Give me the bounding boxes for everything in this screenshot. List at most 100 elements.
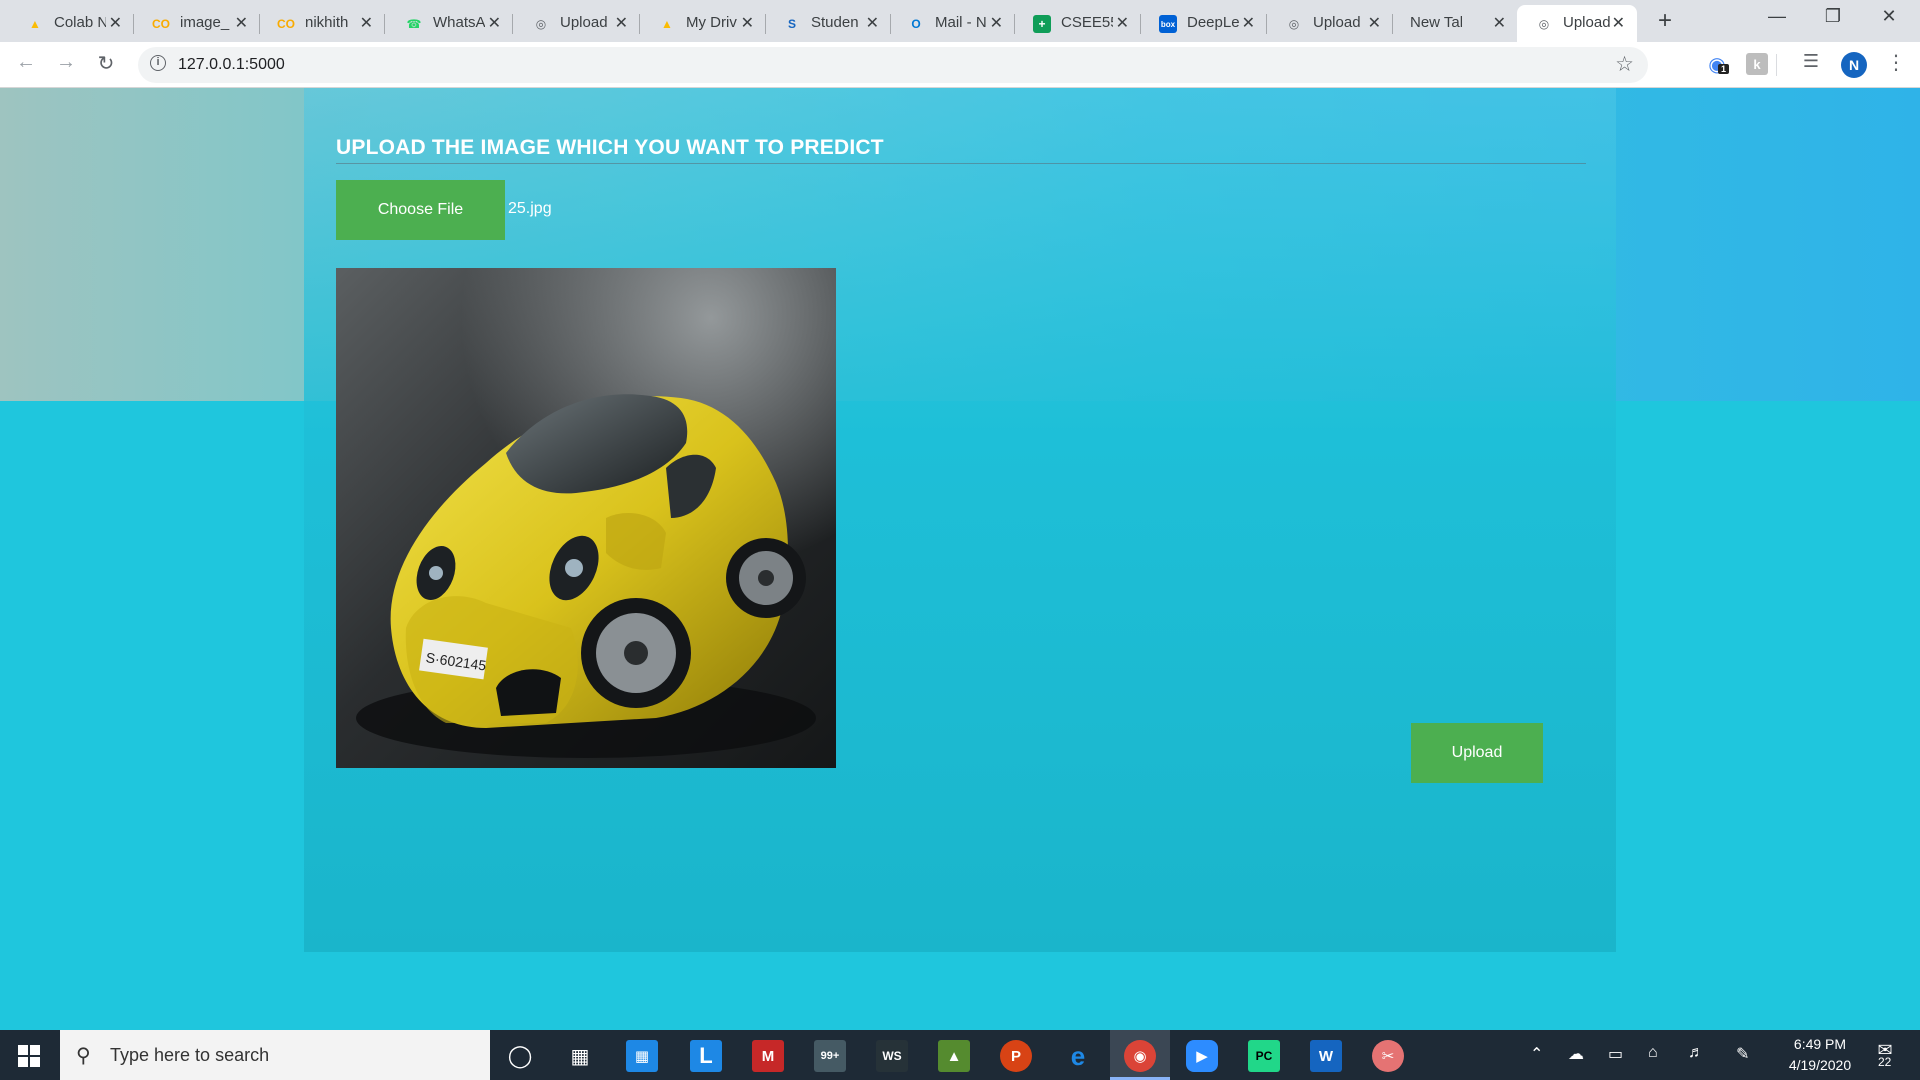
google-drive-icon: ▲ — [29, 17, 41, 31]
mail-badge: 99+ — [820, 1050, 840, 1062]
close-tab-icon[interactable]: ✕ — [1612, 13, 1625, 33]
browser-tab[interactable]: box DeepLe ✕ — [1141, 5, 1267, 42]
browser-tab[interactable]: ▲ My Driv ✕ — [640, 5, 766, 42]
close-tab-icon[interactable]: ✕ — [360, 13, 373, 33]
google-drive-icon: ▲ — [661, 17, 673, 31]
translate-extension-icon[interactable]: ◉ 1 — [1706, 53, 1730, 76]
windows-start-button[interactable] — [18, 1045, 40, 1067]
bookmark-star-icon[interactable]: ☆ — [1615, 52, 1634, 77]
word-icon[interactable]: W — [1310, 1040, 1342, 1072]
mail-icon[interactable]: 99+ — [814, 1040, 846, 1072]
page-viewport: UPLOAD THE IMAGE WHICH YOU WANT TO PREDI… — [0, 88, 1920, 1030]
browser-tab[interactable]: O Mail - N ✕ — [889, 5, 1015, 42]
browser-tab[interactable]: ☎ WhatsA ✕ — [387, 5, 513, 42]
close-tab-icon[interactable]: ✕ — [109, 13, 122, 33]
profile-avatar[interactable]: N — [1841, 52, 1867, 78]
choose-file-button[interactable]: Choose File — [336, 180, 505, 240]
taskbar-clock[interactable]: 6:49 PM 4/19/2020 — [1772, 1034, 1868, 1076]
zotero-extension-icon[interactable]: Z — [1665, 53, 1687, 75]
close-tab-icon[interactable]: ✕ — [1116, 13, 1129, 33]
browser-tab-title: image_ — [180, 14, 230, 31]
globe-icon: ◎ — [535, 17, 547, 31]
browser-tab[interactable]: ◎ Upload ✕ — [514, 5, 640, 42]
close-tab-icon[interactable]: ✕ — [1493, 13, 1506, 33]
chrome-icon[interactable]: ◉ — [1124, 1040, 1156, 1072]
forward-button[interactable]: → — [52, 51, 80, 74]
taskbar-search-placeholder: Type here to search — [110, 1045, 270, 1065]
browser-tab-title: Colab N — [54, 14, 106, 31]
toolbar-divider — [1776, 54, 1777, 76]
browser-tab-strip: ▲ Colab N ✕ CO image_ ✕ CO nikhith ✕ ☎ WhatsA ✕ ◎ Upl… — [0, 0, 1920, 42]
clock-date: 4/19/2020 — [1788, 1057, 1852, 1073]
store-icon[interactable]: ▦ — [626, 1040, 658, 1072]
student-portal-icon: S — [787, 17, 796, 31]
zoom-icon[interactable]: ▶ — [1186, 1040, 1218, 1072]
browser-tab[interactable]: CO image_ ✕ — [134, 5, 260, 42]
media-controls-icon[interactable]: ☰ — [1797, 51, 1825, 72]
powerpoint-icon[interactable]: P — [1000, 1040, 1032, 1072]
maximize-button[interactable]: ❐ — [1810, 6, 1856, 27]
photos-icon[interactable]: ▲ — [938, 1040, 970, 1072]
notification-count: 22 — [1878, 1055, 1892, 1069]
upload-button[interactable]: Upload — [1411, 723, 1543, 783]
clock-time: 6:49 PM — [1793, 1036, 1847, 1052]
browser-tab[interactable]: S Studen ✕ — [765, 5, 891, 42]
extension-label: Z — [1672, 56, 1680, 72]
browser-tab[interactable]: ◎ Upload ✕ — [1267, 5, 1393, 42]
close-tab-icon[interactable]: ✕ — [866, 13, 879, 33]
kami-extension-icon[interactable]: k — [1746, 53, 1768, 75]
pycharm-icon[interactable]: PC — [1248, 1040, 1280, 1072]
box-icon: box — [1159, 15, 1177, 33]
selected-file-name: 25.jpg — [508, 200, 552, 217]
close-tab-icon[interactable]: ✕ — [615, 13, 628, 33]
browser-tab[interactable]: + CSEE55 ✕ — [1015, 5, 1141, 42]
browser-tab[interactable]: ▲ Colab N ✕ — [8, 5, 134, 42]
close-tab-icon[interactable]: ✕ — [235, 13, 248, 33]
whatsapp-icon: ☎ — [406, 17, 422, 31]
browser-tab-title: DeepLe — [1187, 14, 1239, 31]
battery-icon[interactable]: ▭ — [1608, 1044, 1623, 1064]
browser-tab-title: Upload — [1563, 14, 1611, 31]
cortana-icon[interactable]: ◯ — [504, 1040, 536, 1072]
search-icon: ⚲ — [76, 1045, 91, 1067]
show-hidden-icons-icon[interactable]: ⌃ — [1530, 1044, 1543, 1064]
car-preview-image: S·602145 — [336, 268, 836, 768]
close-tab-icon[interactable]: ✕ — [1368, 13, 1381, 33]
browser-tab-title: My Driv — [686, 14, 737, 31]
lync-icon[interactable]: L — [690, 1040, 722, 1072]
reload-button[interactable]: ↻ — [92, 51, 120, 76]
wifi-icon[interactable]: ⌂ — [1648, 1044, 1658, 1062]
volume-icon[interactable]: ♬ — [1688, 1044, 1704, 1062]
onedrive-icon[interactable]: ☁ — [1568, 1044, 1584, 1064]
site-info-icon[interactable]: i — [150, 55, 166, 71]
edge-icon[interactable]: e — [1062, 1040, 1094, 1072]
browser-tab[interactable]: ◎ Upload ✕ — [1517, 5, 1637, 42]
pen-workspace-icon[interactable]: ✎ — [1736, 1044, 1749, 1064]
extension-label: k — [1753, 56, 1761, 72]
close-tab-icon[interactable]: ✕ — [488, 13, 501, 33]
close-tab-icon[interactable]: ✕ — [1242, 13, 1255, 33]
browser-tab[interactable]: New Tab ✕ — [1392, 5, 1518, 42]
address-url[interactable]: 127.0.0.1:5000 — [178, 56, 285, 74]
page-heading: UPLOAD THE IMAGE WHICH YOU WANT TO PREDI… — [336, 136, 884, 159]
snipping-tool-icon[interactable]: ✂ — [1372, 1040, 1404, 1072]
close-tab-icon[interactable]: ✕ — [741, 13, 754, 33]
minimize-button[interactable]: — — [1754, 6, 1800, 27]
close-window-button[interactable]: ✕ — [1866, 6, 1912, 27]
new-tab-button[interactable]: + — [1658, 7, 1672, 35]
webstorm-icon[interactable]: WS — [876, 1040, 908, 1072]
address-bar[interactable]: i 127.0.0.1:5000 ☆ — [138, 47, 1648, 83]
close-tab-icon[interactable]: ✕ — [990, 13, 1003, 33]
tab-separator — [512, 14, 513, 34]
browser-tab-title: New Tab — [1410, 14, 1462, 31]
colab-icon: CO — [152, 17, 170, 31]
browser-tab[interactable]: CO nikhith ✕ — [259, 5, 385, 42]
back-button[interactable]: ← — [12, 51, 40, 74]
menu-kebab-icon[interactable]: ⋮ — [1886, 50, 1906, 75]
sheets-icon: + — [1033, 15, 1051, 33]
taskbar-search-box[interactable]: ⚲ Type here to search — [60, 1030, 490, 1080]
action-center-icon[interactable]: ✉ 22 — [1868, 1040, 1902, 1070]
mcafee-icon[interactable]: M — [752, 1040, 784, 1072]
browser-tab-title: Studen — [811, 14, 859, 31]
task-view-icon[interactable]: ▦ — [564, 1040, 596, 1072]
